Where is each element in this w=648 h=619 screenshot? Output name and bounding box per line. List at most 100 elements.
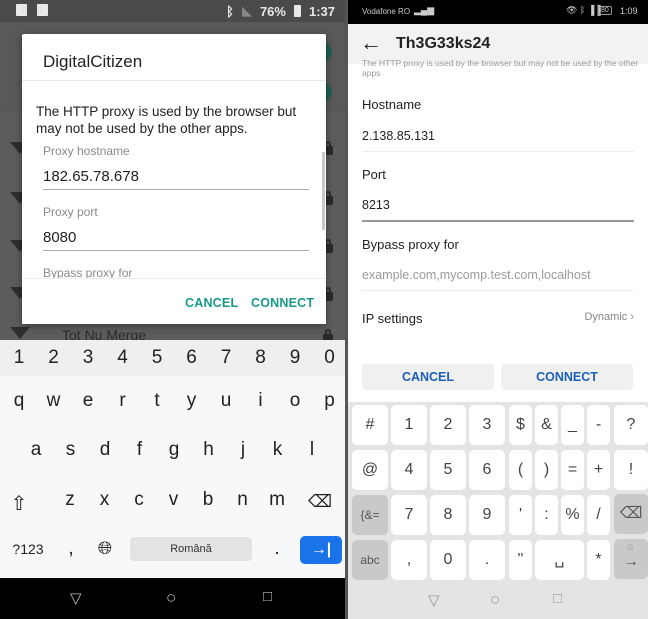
recents-nav-icon[interactable]: □ bbox=[263, 588, 272, 605]
key[interactable]: ) bbox=[535, 450, 558, 490]
back-nav-icon[interactable]: ▽ bbox=[70, 589, 82, 607]
key[interactable]: a bbox=[21, 439, 51, 461]
key[interactable]: b bbox=[193, 489, 223, 511]
key[interactable]: d bbox=[90, 439, 120, 461]
period-key[interactable]: . bbox=[262, 538, 292, 560]
key[interactable]: % bbox=[561, 495, 584, 535]
key[interactable]: y bbox=[177, 390, 207, 412]
ip-settings-value[interactable]: Dynamic › bbox=[584, 311, 634, 323]
key[interactable]: w bbox=[39, 390, 69, 412]
home-nav-icon[interactable]: ○ bbox=[490, 590, 500, 610]
proxy-hostname-input[interactable] bbox=[43, 168, 309, 190]
key[interactable]: 9 bbox=[280, 347, 310, 369]
connect-button[interactable]: CONNECT bbox=[501, 364, 633, 390]
key[interactable]: k bbox=[263, 439, 293, 461]
key[interactable]: 1 bbox=[4, 347, 34, 369]
key[interactable]: . bbox=[469, 540, 505, 580]
key[interactable]: 1 bbox=[391, 405, 427, 445]
key[interactable]: j bbox=[228, 439, 258, 461]
key[interactable]: ? bbox=[614, 405, 648, 445]
key[interactable]: 2 bbox=[430, 405, 466, 445]
key[interactable]: m bbox=[262, 489, 292, 511]
navigation-bar: ▽ ○ □ bbox=[348, 582, 648, 619]
key[interactable]: e bbox=[73, 390, 103, 412]
key[interactable]: 7 bbox=[211, 347, 241, 369]
home-nav-icon[interactable]: ○ bbox=[166, 588, 176, 608]
key[interactable]: _ bbox=[561, 405, 584, 445]
key[interactable]: @ bbox=[352, 450, 388, 490]
dialog-scrollbar[interactable] bbox=[322, 152, 325, 230]
key[interactable]: 0 bbox=[430, 540, 466, 580]
key[interactable]: 8 bbox=[246, 347, 276, 369]
backspace-icon[interactable]: ⌫ bbox=[305, 492, 335, 512]
page-title: Th3G33ks24 bbox=[396, 35, 491, 52]
connect-button[interactable]: CONNECT bbox=[251, 296, 314, 310]
shift-icon[interactable]: ⇧ bbox=[4, 491, 34, 516]
key[interactable]: 5 bbox=[430, 450, 466, 490]
space-bar[interactable]: Română bbox=[130, 537, 252, 561]
key[interactable]: 0 bbox=[315, 347, 345, 369]
cancel-button[interactable]: CANCEL bbox=[185, 296, 238, 310]
key[interactable]: 7 bbox=[391, 495, 427, 535]
key[interactable]: x bbox=[90, 489, 120, 511]
key[interactable]: 4 bbox=[391, 450, 427, 490]
key[interactable]: 6 bbox=[177, 347, 207, 369]
bypass-proxy-input[interactable]: example.com,mycomp.test.com,localhost bbox=[362, 268, 591, 282]
key[interactable]: " bbox=[509, 540, 532, 580]
key[interactable]: 4 bbox=[108, 347, 138, 369]
key[interactable]: 2 bbox=[39, 347, 69, 369]
symbols-key[interactable]: ?123 bbox=[8, 541, 48, 557]
key[interactable]: abc bbox=[352, 540, 388, 580]
back-arrow-icon[interactable]: ← bbox=[360, 30, 382, 56]
key[interactable]: u bbox=[211, 390, 241, 412]
key[interactable]: = bbox=[561, 450, 584, 490]
key[interactable]: # bbox=[352, 405, 388, 445]
key[interactable]: i bbox=[246, 390, 276, 412]
key[interactable]: ' bbox=[509, 495, 532, 535]
key[interactable]: z bbox=[55, 489, 85, 511]
key[interactable]: v bbox=[159, 489, 189, 511]
key[interactable]: 9 bbox=[469, 495, 505, 535]
key[interactable]: l bbox=[297, 439, 327, 461]
key[interactable]: g bbox=[159, 439, 189, 461]
key[interactable]: n bbox=[228, 489, 258, 511]
key[interactable]: & bbox=[535, 405, 558, 445]
cancel-button[interactable]: CANCEL bbox=[362, 364, 494, 390]
recents-nav-icon[interactable]: □ bbox=[553, 590, 562, 607]
key[interactable]: h bbox=[194, 439, 224, 461]
comma-key[interactable]: , bbox=[56, 538, 86, 560]
port-label: Port bbox=[362, 167, 386, 182]
key[interactable]: 5 bbox=[142, 347, 172, 369]
key[interactable]: 6 bbox=[469, 450, 505, 490]
key[interactable]: 8 bbox=[430, 495, 466, 535]
key[interactable]: q bbox=[4, 390, 34, 412]
key[interactable]: s bbox=[56, 439, 86, 461]
key[interactable]: t bbox=[142, 390, 172, 412]
key[interactable]: r bbox=[108, 390, 138, 412]
key[interactable]: o bbox=[280, 390, 310, 412]
proxy-port-input[interactable] bbox=[43, 229, 309, 251]
key[interactable]: p bbox=[315, 390, 345, 412]
space-bar[interactable]: ␣ bbox=[535, 540, 584, 580]
key[interactable]: 3 bbox=[73, 347, 103, 369]
key[interactable]: , bbox=[391, 540, 427, 580]
next-field-button[interactable]: →| bbox=[300, 536, 342, 564]
key[interactable]: 3 bbox=[469, 405, 505, 445]
key[interactable]: c bbox=[124, 489, 154, 511]
key[interactable]: ( bbox=[509, 450, 532, 490]
back-nav-icon[interactable]: ▽ bbox=[428, 591, 440, 609]
port-input[interactable]: 8213 bbox=[362, 198, 390, 212]
key[interactable]: * bbox=[587, 540, 610, 580]
key[interactable]: / bbox=[587, 495, 610, 535]
key[interactable]: f bbox=[125, 439, 155, 461]
enter-arrow-icon[interactable]: ☺ → bbox=[614, 539, 648, 579]
key[interactable]: $ bbox=[509, 405, 532, 445]
key[interactable]: {&= bbox=[352, 495, 388, 535]
globe-icon[interactable]: 🌐︎ bbox=[90, 538, 120, 559]
key[interactable]: ! bbox=[614, 450, 648, 490]
hostname-input[interactable]: 2.138.85.131 bbox=[362, 129, 435, 143]
key[interactable]: : bbox=[535, 495, 558, 535]
key[interactable]: - bbox=[587, 405, 610, 445]
key[interactable]: + bbox=[587, 450, 610, 490]
ip-settings-label[interactable]: IP settings bbox=[362, 311, 422, 326]
